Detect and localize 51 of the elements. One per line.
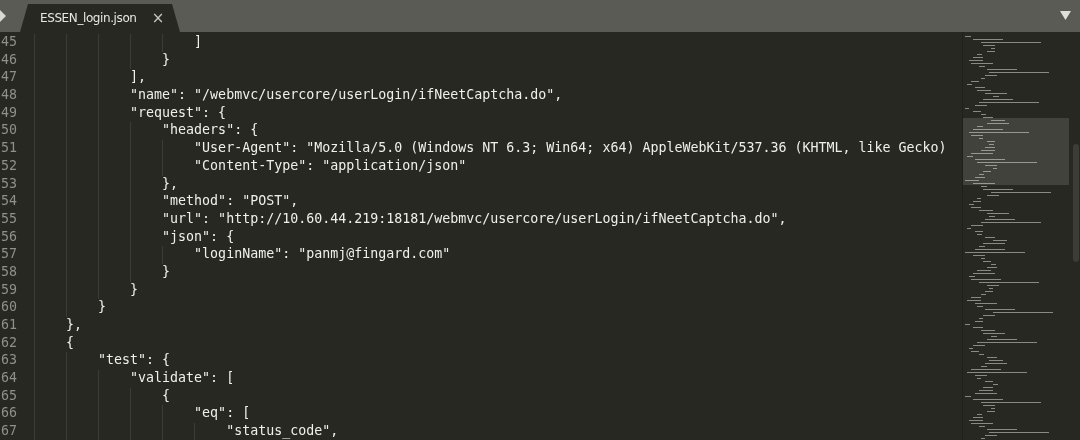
line-number: 51 [1, 140, 18, 158]
line-number: 52 [1, 157, 18, 175]
code-line: }, [65, 317, 83, 332]
code-line: "User-Agent": "Mozilla/5.0 (Windows NT 6.3; Win64; x64) AppleWebKit/537.36 (KHTML, like Gecko) [193, 140, 947, 156]
play-icon[interactable] [0, 10, 6, 22]
line-number: 55 [1, 210, 18, 228]
line-number: 60 [1, 299, 18, 317]
line-number: 53 [1, 175, 18, 193]
code-line: "status_code", [225, 423, 339, 439]
close-icon[interactable]: × [151, 9, 164, 27]
code-line: "Content-Type": "application/json" [193, 157, 467, 173]
line-number: 58 [1, 263, 18, 281]
code-line: ], [129, 69, 147, 85]
code-line: "eq": [ [193, 405, 251, 421]
line-number: 64 [1, 370, 18, 388]
code-line: } [161, 263, 171, 279]
line-number: 67 [1, 423, 18, 440]
code-line: "json": { [161, 228, 235, 244]
code-line: { [161, 387, 171, 403]
line-number: 57 [1, 246, 18, 264]
code-line: ] [193, 34, 203, 49]
code-line: "test": { [97, 352, 171, 368]
line-number: 66 [1, 405, 18, 423]
line-number: 48 [1, 87, 18, 105]
line-number: 63 [1, 352, 18, 370]
line-number: 61 [1, 317, 18, 334]
file-tab[interactable]: ESSEN_login.json × [20, 4, 180, 32]
code-line: } [129, 281, 139, 297]
dropdown-icon[interactable] [1060, 11, 1071, 20]
line-number: 46 [1, 51, 18, 69]
code-line: "loginName": "panmj@fingard.com" [193, 246, 451, 262]
code-line: "request": { [129, 104, 227, 120]
code-line: "url": "http://10.60.44.219:18181/webmvc/usercore/userLogin/ifNeetCaptcha.do", [161, 210, 787, 226]
line-number: 62 [1, 334, 18, 352]
code-line: { [65, 334, 75, 350]
line-number: 45 [1, 34, 18, 51]
code-line: "headers": { [161, 122, 259, 138]
line-number: 49 [1, 104, 18, 122]
line-number: 50 [1, 122, 18, 140]
tab-title: ESSEN_login.json [40, 11, 137, 25]
line-number: 47 [1, 69, 18, 87]
code-line: "name": "/webmvc/usercore/userLogin/ifNeetCaptcha.do", [129, 87, 563, 103]
line-number: 59 [1, 281, 18, 299]
line-number: 56 [1, 228, 18, 246]
code-line: } [161, 51, 171, 67]
code-line: "method": "POST", [161, 193, 299, 209]
line-number: 54 [1, 193, 18, 211]
code-line: } [97, 299, 107, 315]
code-line: }, [161, 175, 179, 191]
code-line: "validate": [ [129, 370, 235, 386]
line-number: 65 [1, 387, 18, 405]
